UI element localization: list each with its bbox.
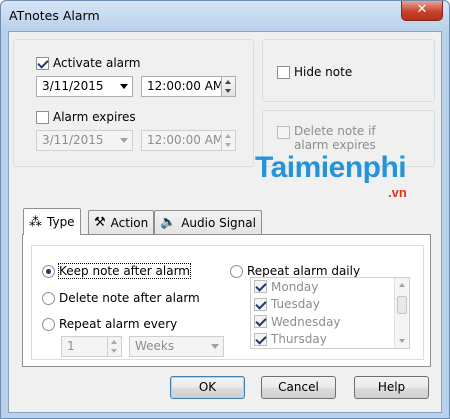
watermark-suffix: .vn [388, 185, 407, 200]
repeat-interval-spinner[interactable] [107, 336, 122, 357]
weekday-checklist[interactable]: Monday Tuesday Wednesday Thursday [250, 277, 410, 349]
alarm-time-value: 12:00:00 AM [147, 79, 224, 93]
activate-alarm-checkbox[interactable] [36, 56, 49, 70]
close-button[interactable]: ✕ [401, 1, 443, 21]
keep-note-label: Keep note after alarm [58, 263, 191, 279]
list-scrollbar[interactable] [394, 278, 409, 348]
repeat-daily-radio[interactable] [230, 264, 243, 278]
tab-audio-signal[interactable]: 🔈 Audio Signal [154, 210, 262, 234]
delete-note-radio-row[interactable]: Delete note after alarm [42, 291, 200, 305]
window-title: ATnotes Alarm [9, 8, 100, 23]
expires-time-field[interactable]: 12:00:00 AM [141, 130, 224, 151]
expires-date-picker[interactable]: 3/11/2015 [36, 130, 133, 151]
monday-label: Monday [271, 279, 319, 294]
tuesday-label: Tuesday [271, 297, 320, 312]
activate-alarm-checkbox-row[interactable]: Activate alarm [36, 56, 140, 70]
close-icon: ✕ [416, 2, 428, 17]
list-item[interactable]: Monday [251, 278, 409, 296]
activate-alarm-label: Activate alarm [53, 56, 141, 70]
keep-note-radio[interactable] [42, 264, 55, 278]
tuesday-checkbox[interactable] [254, 297, 267, 311]
scroll-up-icon[interactable] [399, 283, 405, 287]
scroll-thumb[interactable] [397, 296, 407, 314]
alarm-dialog-window: ATnotes Alarm ✕ Activate alarm 3/11/2015… [0, 0, 450, 419]
cancel-label: Cancel [278, 380, 319, 394]
chevron-down-icon[interactable] [211, 344, 219, 349]
bell-sound-icon: ⁂ [29, 214, 42, 230]
tools-icon: ⚒ [94, 215, 106, 230]
chevron-down-icon[interactable] [120, 138, 128, 143]
type-tab-panel: Keep note after alarm Delete note after … [22, 234, 431, 367]
repeat-unit-select[interactable]: Weeks [129, 336, 224, 357]
list-item[interactable]: Tuesday [251, 296, 409, 314]
title-bar[interactable]: ATnotes Alarm ✕ [1, 1, 449, 31]
expires-time-spinner[interactable] [221, 130, 236, 151]
repeat-daily-radio-row[interactable]: Repeat alarm daily [230, 264, 360, 278]
alarm-date-picker[interactable]: 3/11/2015 [36, 76, 133, 97]
spin-down-icon[interactable] [225, 143, 231, 147]
list-item[interactable]: Thursday [251, 331, 409, 349]
spin-up-icon[interactable] [111, 340, 117, 344]
list-item[interactable]: Wednesday [251, 313, 409, 331]
alarm-expires-checkbox-row[interactable]: Alarm expires [36, 110, 136, 124]
hide-note-checkbox[interactable] [277, 65, 290, 79]
alarm-expires-label: Alarm expires [53, 110, 136, 124]
wednesday-label: Wednesday [271, 314, 341, 329]
tab-action[interactable]: ⚒ Action [88, 210, 155, 234]
thursday-checkbox[interactable] [254, 332, 267, 346]
dialog-client-area: Activate alarm 3/11/2015 12:00:00 AM Ala… [8, 31, 442, 413]
repeat-interval-value: 1 [67, 339, 75, 353]
repeat-every-radio[interactable] [42, 317, 55, 331]
delete-if-expires-checkbox-row[interactable]: Delete note if alarm expires [277, 124, 409, 152]
tab-type-label: Type [47, 215, 75, 229]
repeat-interval-field[interactable]: 1 [61, 336, 108, 357]
tab-action-label: Action [110, 215, 149, 230]
cancel-button[interactable]: Cancel [261, 376, 336, 399]
wednesday-checkbox[interactable] [254, 315, 267, 329]
repeat-every-radio-row[interactable]: Repeat alarm every [42, 317, 177, 331]
alarm-expires-checkbox[interactable] [36, 110, 49, 124]
delete-note-radio[interactable] [42, 291, 55, 305]
ok-button[interactable]: OK [170, 376, 245, 399]
alarm-time-spinner[interactable] [221, 76, 236, 97]
hide-note-checkbox-row[interactable]: Hide note [277, 65, 352, 79]
delete-note-label: Delete note after alarm [59, 291, 200, 305]
tab-audio-signal-label: Audio Signal [181, 215, 256, 230]
expires-date-value: 3/11/2015 [42, 133, 104, 147]
alarm-time-field[interactable]: 12:00:00 AM [141, 76, 224, 97]
spin-down-icon[interactable] [111, 349, 117, 353]
watermark-brand: Taimienphi [255, 151, 407, 184]
keep-note-radio-row[interactable]: Keep note after alarm [42, 263, 191, 279]
chevron-down-icon[interactable] [120, 84, 128, 89]
monday-checkbox[interactable] [254, 280, 267, 294]
hide-note-label: Hide note [294, 65, 353, 79]
spin-down-icon[interactable] [225, 89, 231, 93]
alarm-date-value: 3/11/2015 [42, 79, 104, 93]
repeat-unit-value: Weeks [135, 339, 175, 353]
speaker-icon: 🔈 [160, 215, 177, 230]
repeat-every-label: Repeat alarm every [59, 317, 178, 331]
help-label: Help [377, 380, 406, 394]
spin-up-icon[interactable] [225, 80, 231, 84]
delete-if-expires-checkbox[interactable] [277, 126, 290, 139]
repeat-daily-label: Repeat alarm daily [247, 264, 361, 278]
expires-time-value: 12:00:00 AM [147, 133, 224, 147]
delete-if-expires-label: Delete note if alarm expires [294, 124, 376, 152]
scroll-down-icon[interactable] [399, 339, 405, 343]
spin-up-icon[interactable] [225, 134, 231, 138]
help-button[interactable]: Help [354, 376, 429, 399]
thursday-label: Thursday [271, 332, 327, 347]
tab-type[interactable]: ⁂ Type [23, 208, 81, 235]
ok-label: OK [198, 380, 217, 394]
